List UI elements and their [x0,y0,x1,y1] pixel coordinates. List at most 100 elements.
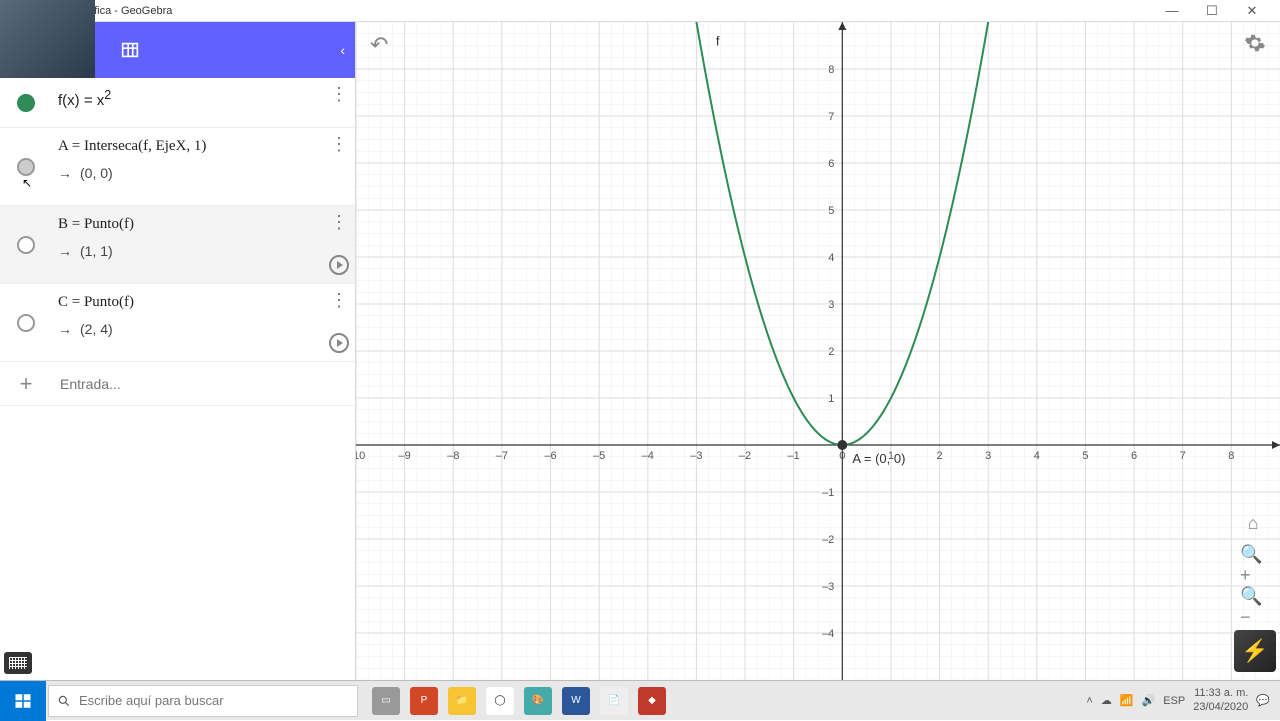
result: →(0, 0) [58,165,349,181]
row-menu-button[interactable]: ⋮ [330,212,347,233]
taskbar-app-app[interactable]: ◆ [638,687,666,715]
svg-text:5: 5 [828,205,834,217]
add-input-button[interactable]: + [0,371,52,397]
animate-button[interactable] [329,255,349,275]
svg-text:–2: –2 [822,534,834,546]
svg-text:–7: –7 [496,450,508,462]
svg-text:–8: –8 [447,450,459,462]
svg-text:–9: –9 [399,450,411,462]
svg-text:–5: –5 [593,450,605,462]
view-controls: ⌂ 🔍+ 🔍− [1240,510,1266,620]
search-icon [57,694,71,708]
collapse-sidebar-button[interactable]: ‹ [340,42,345,58]
home-view-button[interactable]: ⌂ [1240,510,1266,536]
svg-text:5: 5 [1082,450,1088,462]
svg-text:–3: –3 [690,450,702,462]
maximize-button[interactable]: ☐ [1192,3,1232,19]
taskbar-apps: ▭ P 📁 ◯ 🎨 W 📄 ◆ [358,687,1086,715]
row-menu-button[interactable]: ⋮ [330,134,347,155]
wifi-icon[interactable]: 📶 [1120,694,1134,707]
windows-icon [14,692,32,710]
zoom-in-button[interactable]: 🔍+ [1240,552,1266,578]
algebra-input[interactable] [52,368,355,400]
lang-indicator[interactable]: ESP [1163,695,1185,707]
cursor-icon: ↖ [22,176,32,190]
undo-button[interactable]: ↶ [370,32,388,58]
row-menu-button[interactable]: ⋮ [330,84,347,105]
svg-text:7: 7 [828,111,834,123]
svg-text:–4: –4 [642,450,654,462]
formula: C = Punto(f) [58,294,349,311]
close-button[interactable]: ✕ [1232,3,1272,19]
input-row: + [0,362,355,406]
svg-text:8: 8 [1228,450,1234,462]
algebra-row-b[interactable]: B = Punto(f) →(1, 1) ⋮ [0,206,355,284]
svg-text:3: 3 [828,299,834,311]
taskbar-app-explorer[interactable]: 📁 [448,687,476,715]
taskbar-app-taskview[interactable]: ▭ [372,687,400,715]
svg-text:2: 2 [937,450,943,462]
volume-icon[interactable]: 🔊 [1142,694,1156,707]
svg-text:–3: –3 [822,581,834,593]
taskbar-search[interactable]: Escribe aquí para buscar [48,685,358,717]
svg-text:3: 3 [985,450,991,462]
table-view-button[interactable] [106,26,154,74]
system-tray: ˄ ☁ 📶 🔊 ESP 11:33 a. m. 23/04/2020 💬 [1086,687,1280,713]
visibility-toggle[interactable] [17,236,35,254]
result: →(2, 4) [58,321,349,337]
window-titlebar: áfica - GeoGebra — ☐ ✕ [0,0,1280,22]
taskbar-app-chrome[interactable]: ◯ [486,687,514,715]
svg-text:–4: –4 [822,628,834,640]
svg-text:–1: –1 [788,450,800,462]
formula: f(x) = x2 [58,93,111,109]
algebra-row-f[interactable]: f(x) = x2 ⋮ [0,78,355,128]
row-menu-button[interactable]: ⋮ [330,290,347,311]
search-placeholder: Escribe aquí para buscar [79,693,224,708]
animate-button[interactable] [329,333,349,353]
svg-text:8: 8 [828,64,834,76]
window-title: áfica - GeoGebra [8,5,1152,17]
svg-text:6: 6 [1131,450,1137,462]
algebra-row-c[interactable]: C = Punto(f) →(2, 4) ⋮ [0,284,355,362]
svg-text:–10: –10 [356,450,365,462]
svg-text:0: 0 [839,450,845,462]
visibility-toggle[interactable] [17,94,35,112]
start-button[interactable] [0,681,46,721]
svg-text:–2: –2 [739,450,751,462]
clock[interactable]: 11:33 a. m. 23/04/2020 [1193,687,1248,713]
svg-text:–1: –1 [822,487,834,499]
svg-text:f: f [716,34,720,49]
svg-text:A = (0, 0): A = (0, 0) [852,451,905,466]
algebra-list: f(x) = x2 ⋮ A = Interseca(f, EjeX, 1) →(… [0,78,355,680]
virtual-keyboard-button[interactable] [4,652,32,674]
notifications-icon[interactable]: 💬 [1256,694,1270,707]
taskbar-app-paint[interactable]: 🎨 [524,687,552,715]
cloud-icon[interactable]: ☁ [1101,694,1112,707]
tray-up-icon[interactable]: ˄ [1086,695,1092,707]
gear-icon [1244,32,1266,54]
graphics-view[interactable]: ↶ –10–9–8–7–6–5–4–3–2–1012345678–4–3–2–1… [356,22,1280,680]
visibility-toggle[interactable] [17,158,35,176]
algebra-row-a[interactable]: A = Interseca(f, EjeX, 1) →(0, 0) ⋮ [0,128,355,206]
svg-text:4: 4 [828,252,834,264]
zoom-out-button[interactable]: 🔍− [1240,594,1266,620]
svg-text:7: 7 [1180,450,1186,462]
taskbar-app-powerpoint[interactable]: P [410,687,438,715]
minimize-button[interactable]: — [1152,3,1192,18]
taskbar-app-word[interactable]: W [562,687,590,715]
svg-text:2: 2 [828,346,834,358]
algebra-sidebar: ‹ f(x) = x2 ⋮ A = Interseca(f, EjeX, 1) … [0,22,356,680]
windows-taskbar: Escribe aquí para buscar ▭ P 📁 ◯ 🎨 W 📄 ◆ ˄ ☁ 📶 … [0,680,1280,720]
webcam-overlay [0,0,95,78]
formula: B = Punto(f) [58,216,349,233]
svg-text:4: 4 [1034,450,1040,462]
brand-badge: ⚡ [1234,630,1276,672]
svg-text:6: 6 [828,158,834,170]
result: →(1, 1) [58,243,349,259]
settings-button[interactable] [1244,32,1266,59]
svg-text:–6: –6 [544,450,556,462]
taskbar-app-notepad[interactable]: 📄 [600,687,628,715]
visibility-toggle[interactable] [17,314,35,332]
graph-canvas[interactable]: –10–9–8–7–6–5–4–3–2–1012345678–4–3–2–112… [356,22,1280,680]
table-icon [119,39,141,61]
